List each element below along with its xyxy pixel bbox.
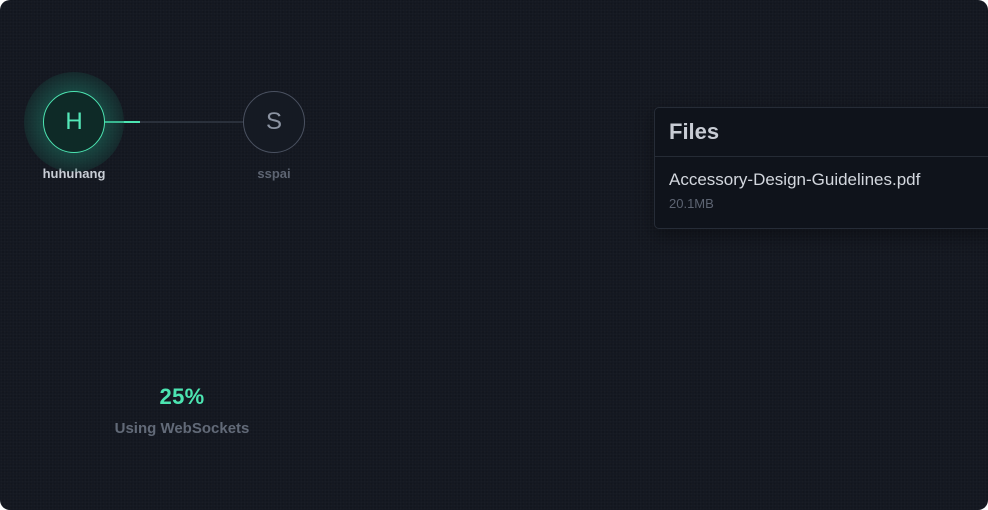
avatar-wrapper: S <box>224 72 324 172</box>
app-window: H huhuhang S sspai 25% Using WebSockets … <box>0 0 988 510</box>
transfer-status: 25% Using WebSockets <box>82 384 282 437</box>
transfer-method: Using WebSockets <box>114 420 250 437</box>
avatar[interactable]: H <box>43 91 105 153</box>
files-panel-title: Files <box>655 108 988 157</box>
progress-percent: 25% <box>159 384 205 409</box>
file-name: Accessory-Design-Guidelines.pdf <box>669 170 921 189</box>
avatar[interactable]: S <box>243 91 305 153</box>
file-size: 20.1MB <box>669 196 714 211</box>
files-panel: Files Accessory-Design-Guidelines.pdf 20… <box>654 107 988 229</box>
peer-remote[interactable]: S sspai <box>214 72 334 181</box>
peer-self[interactable]: H huhuhang <box>14 72 134 181</box>
list-item[interactable]: Accessory-Design-Guidelines.pdf 20.1MB <box>655 157 988 211</box>
avatar-wrapper: H <box>24 72 124 172</box>
